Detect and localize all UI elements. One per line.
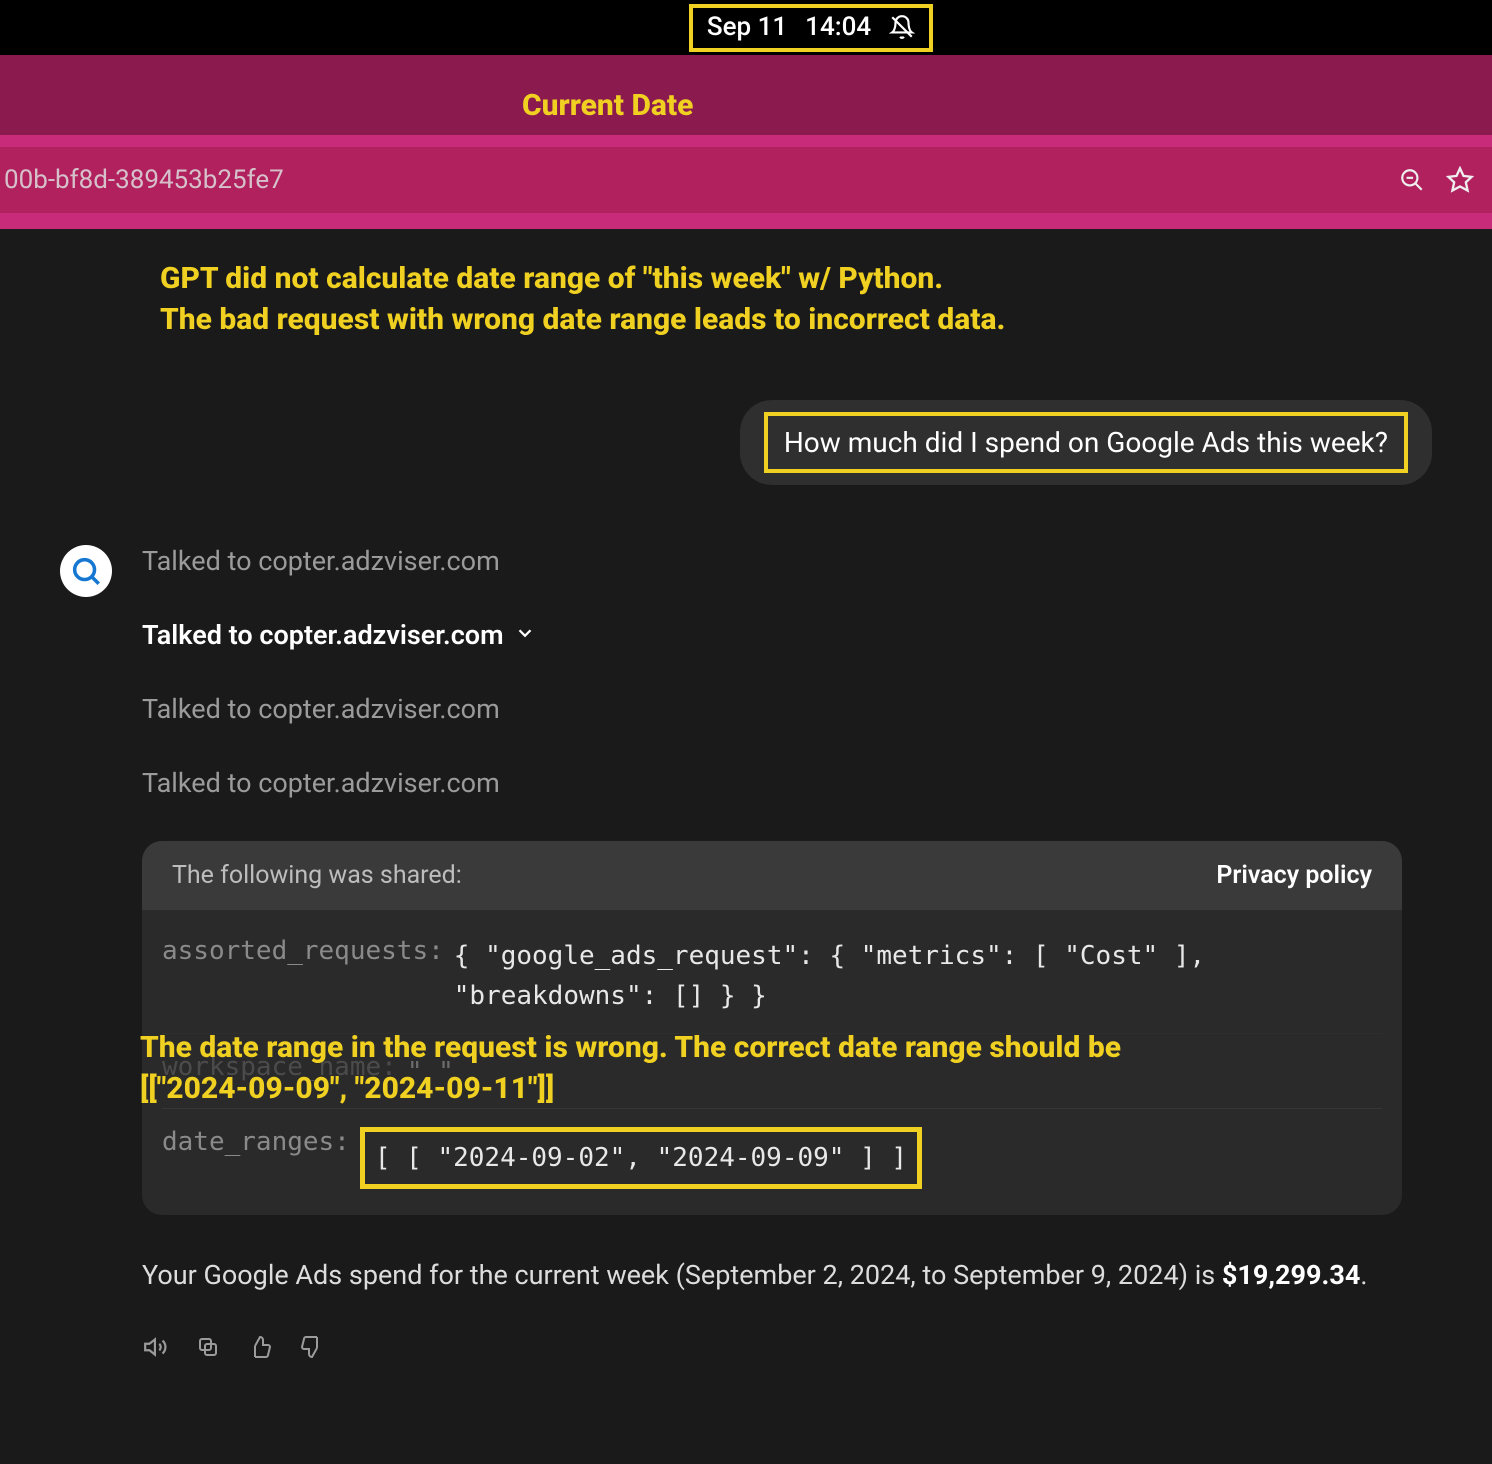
assistant-avatar bbox=[60, 545, 112, 597]
shared-card-header: The following was shared: Privacy policy bbox=[142, 841, 1402, 910]
star-icon[interactable] bbox=[1444, 164, 1476, 196]
assorted-requests-key: assorted_requests: bbox=[162, 936, 444, 966]
assistant-row: Talked to copter.adzviser.com Talked to … bbox=[60, 545, 1432, 1361]
thumbs-down-icon[interactable] bbox=[298, 1333, 326, 1361]
zoom-icon[interactable] bbox=[1396, 164, 1428, 196]
system-status-bar: Sep 11 14:04 bbox=[0, 0, 1492, 55]
chat-area: How much did I spend on Google Ads this … bbox=[0, 350, 1492, 1361]
user-message-row: How much did I spend on Google Ads this … bbox=[60, 400, 1432, 485]
date-ranges-row: date_ranges: [ [ "2024-09-02", "2024-09-… bbox=[162, 1108, 1382, 1199]
bell-off-icon bbox=[889, 14, 915, 40]
speaker-icon[interactable] bbox=[142, 1333, 170, 1361]
browser-accent-strip-1 bbox=[0, 135, 1492, 147]
final-amount: $19,299.34 bbox=[1222, 1259, 1360, 1291]
talked-line-4: Talked to copter.adzviser.com bbox=[142, 767, 1402, 799]
chevron-down-icon bbox=[514, 619, 536, 651]
date-ranges-key: date_ranges: bbox=[162, 1127, 350, 1157]
user-message-highlight: How much did I spend on Google Ads this … bbox=[764, 412, 1408, 473]
annotation-wrong-line1: The date range in the request is wrong. … bbox=[140, 1028, 1460, 1069]
annotation-headline: GPT did not calculate date range of "thi… bbox=[0, 229, 1492, 350]
final-suffix: . bbox=[1360, 1259, 1367, 1291]
assorted-requests-value: { "google_ads_request": { "metrics": [ "… bbox=[454, 936, 1382, 1017]
annotation-headline-line2: The bad request with wrong date range le… bbox=[160, 300, 1452, 341]
annotation-current-date: Current Date bbox=[522, 88, 693, 123]
privacy-policy-link[interactable]: Privacy policy bbox=[1216, 861, 1372, 890]
talked-line-2-label: Talked to copter.adzviser.com bbox=[142, 619, 504, 651]
date-ranges-value: [ [ "2024-09-02", "2024-09-09" ] ] bbox=[360, 1127, 1382, 1189]
assorted-requests-row: assorted_requests: { "google_ads_request… bbox=[162, 926, 1382, 1027]
browser-accent-strip-2 bbox=[0, 213, 1492, 229]
date-ranges-highlight: [ [ "2024-09-02", "2024-09-09" ] ] bbox=[360, 1127, 922, 1189]
annotation-headline-line1: GPT did not calculate date range of "thi… bbox=[160, 259, 1452, 300]
thumbs-up-icon[interactable] bbox=[246, 1333, 274, 1361]
talked-line-2-expandable[interactable]: Talked to copter.adzviser.com bbox=[142, 619, 1402, 651]
annotation-wrong-line2: [["2024-09-09", "2024-09-11"]] bbox=[140, 1069, 1460, 1110]
talked-line-1: Talked to copter.adzviser.com bbox=[142, 545, 1402, 577]
message-action-bar bbox=[142, 1333, 1402, 1361]
status-time: 14:04 bbox=[805, 12, 871, 42]
shared-header-label: The following was shared: bbox=[172, 861, 462, 890]
status-date: Sep 11 bbox=[707, 12, 787, 42]
annotation-wrong-date: The date range in the request is wrong. … bbox=[140, 1028, 1460, 1109]
final-prefix: Your Google Ads spend for the current we… bbox=[142, 1259, 1222, 1291]
assistant-body: Talked to copter.adzviser.com Talked to … bbox=[142, 545, 1402, 1361]
clock-highlight-box: Sep 11 14:04 bbox=[689, 4, 933, 52]
talked-line-3: Talked to copter.adzviser.com bbox=[142, 693, 1402, 725]
browser-url-bar[interactable]: 00b-bf8d-389453b25fe7 bbox=[0, 147, 1492, 213]
assistant-final-text: Your Google Ads spend for the current we… bbox=[142, 1255, 1402, 1297]
browser-tab-strip bbox=[0, 55, 1492, 135]
user-message-bubble: How much did I spend on Google Ads this … bbox=[740, 400, 1432, 485]
copy-icon[interactable] bbox=[194, 1333, 222, 1361]
url-fragment: 00b-bf8d-389453b25fe7 bbox=[4, 165, 1380, 195]
